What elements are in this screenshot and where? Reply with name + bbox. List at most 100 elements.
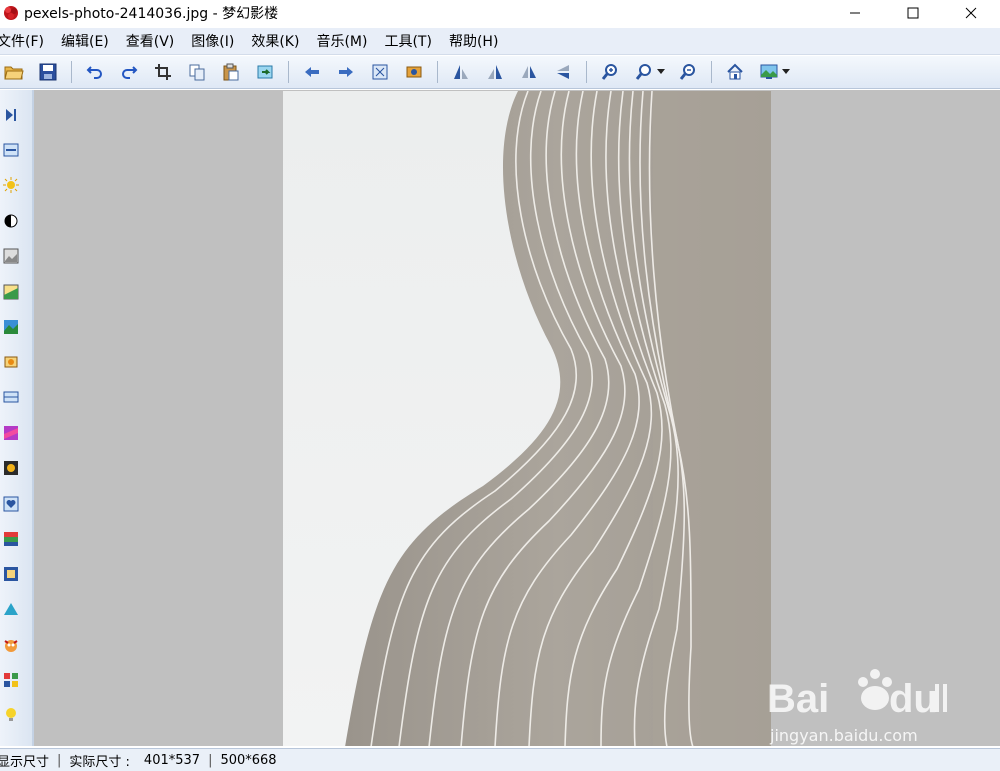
svg-text:Bai: Bai [767, 677, 829, 721]
wallpaper-icon [760, 64, 778, 79]
zoom-in-icon [601, 64, 617, 80]
actual-size-value: 500*668 [220, 752, 277, 768]
zoom-in-button[interactable] [599, 61, 621, 83]
menu-file[interactable]: 文件(F) [0, 31, 44, 51]
flip-vertical-button[interactable] [552, 61, 574, 83]
sidebar-light-button[interactable] [2, 459, 20, 477]
menu-edit[interactable]: 编辑(E) [61, 31, 109, 51]
sun-sparkle-icon [4, 356, 18, 368]
minimize-button[interactable] [826, 0, 884, 26]
redo-button[interactable] [118, 61, 140, 83]
sidebar-resize-button[interactable] [2, 141, 20, 159]
display-size-label: 显示尺寸 [0, 754, 50, 770]
menu-help[interactable]: 帮助(H) [449, 31, 498, 51]
frame-icon [3, 391, 19, 403]
play-icon [6, 109, 16, 121]
menu-view[interactable]: 查看(V) [126, 31, 175, 51]
lightbulb-icon [6, 708, 16, 721]
copy-button[interactable] [186, 61, 208, 83]
grayscale-picture-icon [3, 248, 19, 264]
paste-button[interactable] [220, 61, 242, 83]
gradient-icon [4, 532, 18, 546]
close-button[interactable] [942, 0, 1000, 26]
zoom-icon [635, 64, 651, 80]
contrast-icon [4, 214, 18, 228]
chevron-down-icon [657, 69, 665, 74]
sidebar-frame-button[interactable] [2, 388, 20, 406]
menu-image[interactable]: 图像(I) [191, 31, 234, 51]
sidebar-heart-button[interactable] [2, 495, 20, 513]
sidebar-grayscale-button[interactable] [2, 247, 20, 265]
toolbar-separator [437, 61, 438, 83]
menu-tools[interactable]: 工具(T) [384, 31, 431, 51]
export-button[interactable] [254, 61, 276, 83]
sidebar-cartoon-button[interactable] [2, 636, 20, 654]
sidebar-color-button[interactable] [2, 283, 20, 301]
next-icon [339, 67, 353, 77]
status-bar: 显示尺寸 | 实际尺寸 : 401*537 | 500*668 [0, 748, 1000, 771]
image-canvas[interactable] [34, 90, 1000, 746]
menu-music[interactable]: 音乐(M) [316, 31, 367, 51]
watermark-text: jingyan.baidu.com [770, 726, 918, 745]
undo-icon [86, 66, 102, 79]
export-icon [257, 65, 273, 79]
color-adjust-icon [3, 284, 19, 300]
toolbar-separator [711, 61, 712, 83]
save-button[interactable] [37, 61, 59, 83]
rotate-right-button[interactable] [484, 61, 506, 83]
sidebar-sharpen-button[interactable] [2, 353, 20, 371]
sidebar-tip-button[interactable] [2, 706, 20, 724]
baidu-logo-icon: Bai du [767, 669, 947, 721]
wallpaper-button[interactable] [758, 61, 780, 83]
landscape-icon [4, 320, 18, 334]
maximize-icon [907, 7, 919, 19]
fullscreen-button[interactable] [403, 61, 425, 83]
window-title: pexels-photo-2414036.jpg - 梦幻影楼 [24, 6, 279, 22]
sidebar-collage-button[interactable] [2, 671, 20, 689]
wallpaper-dropdown[interactable] [782, 61, 790, 83]
menu-effects[interactable]: 效果(K) [251, 31, 299, 51]
rotate-left-button[interactable] [450, 61, 472, 83]
crop-icon [155, 64, 171, 80]
fit-window-button[interactable] [369, 61, 391, 83]
close-icon [965, 7, 977, 19]
sidebar-landscape-button[interactable] [2, 318, 20, 336]
sidebar-brightness-button[interactable] [2, 176, 20, 194]
minimize-icon [850, 12, 860, 14]
maximize-button[interactable] [884, 0, 942, 26]
rotate-left-icon [454, 65, 468, 79]
sidebar-film-button[interactable] [2, 565, 20, 583]
next-button[interactable] [335, 61, 357, 83]
zoom-dropdown[interactable] [657, 61, 665, 83]
toolbar-separator [288, 61, 289, 83]
display-size-value: 401*537 [143, 752, 201, 768]
actual-size-label: 实际尺寸 : [69, 754, 130, 770]
photo-preview [283, 91, 771, 746]
rotate-right-icon [488, 65, 502, 79]
flip-vertical-icon [557, 65, 569, 79]
sidebar-rainbow-button[interactable] [2, 424, 20, 442]
zoom-button[interactable] [633, 61, 655, 83]
title-bar: pexels-photo-2414036.jpg - 梦幻影楼 [0, 0, 1000, 26]
app-logo-icon [4, 6, 18, 20]
undo-button[interactable] [84, 61, 106, 83]
light-effect-icon [4, 461, 18, 475]
previous-icon [305, 67, 319, 77]
collage-icon [4, 673, 18, 687]
home-icon [727, 63, 743, 80]
flip-horizontal-button[interactable] [518, 61, 540, 83]
zoom-out-button[interactable] [677, 61, 699, 83]
status-separator: | [57, 752, 62, 768]
sidebar-play-button[interactable] [2, 106, 20, 124]
toolbar-separator [586, 61, 587, 83]
crop-button[interactable] [152, 61, 174, 83]
sidebar-contrast-button[interactable] [2, 212, 20, 230]
open-button[interactable] [3, 61, 25, 83]
home-button[interactable] [724, 61, 746, 83]
rainbow-icon [4, 426, 18, 440]
sidebar-gradient-button[interactable] [2, 530, 20, 548]
sidebar-triangle-button[interactable] [2, 600, 20, 618]
flip-horizontal-icon [522, 66, 536, 78]
open-folder-icon [4, 66, 24, 80]
previous-button[interactable] [301, 61, 323, 83]
